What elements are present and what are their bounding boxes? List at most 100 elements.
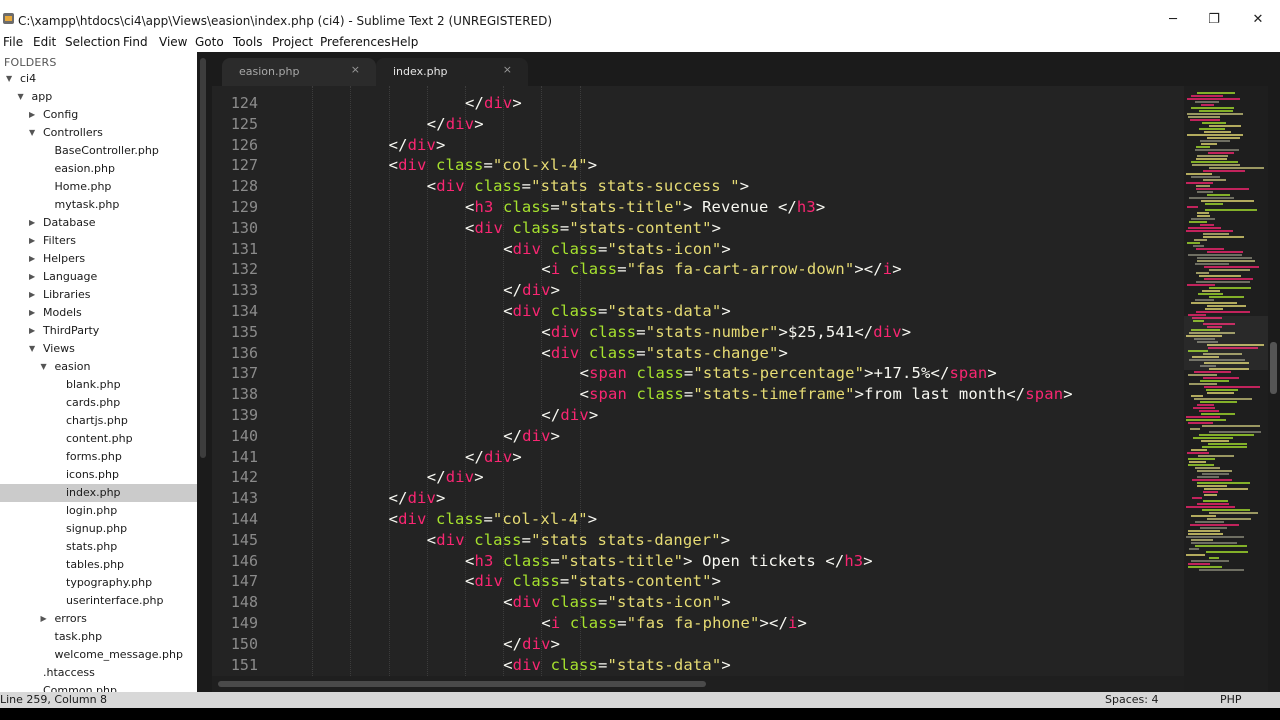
disclosure-closed-icon[interactable]: ▶ xyxy=(29,286,35,304)
sidebar-folder-item[interactable]: ▼ Controllers xyxy=(0,124,197,142)
sidebar-folder-item[interactable]: ▶ Filters xyxy=(0,232,197,250)
code-line[interactable]: <div class="stats-change"> xyxy=(541,343,788,364)
vertical-scrollbar-thumb[interactable] xyxy=(1270,342,1277,394)
code-line[interactable]: <div class="stats stats-success "> xyxy=(427,176,749,197)
restore-icon[interactable]: ❐ xyxy=(1204,12,1224,28)
code-line[interactable]: </div> xyxy=(503,426,560,447)
menu-project[interactable]: Project xyxy=(272,34,313,50)
code-line[interactable]: <i class="fas fa-phone"></i> xyxy=(541,613,807,634)
disclosure-open-icon[interactable]: ▼ xyxy=(6,70,12,88)
menu-edit[interactable]: Edit xyxy=(33,34,56,50)
code-line[interactable]: <div class="stats-icon"> xyxy=(503,592,731,613)
code-line[interactable]: </div> xyxy=(503,280,560,301)
sidebar-file-item[interactable]: chartjs.php xyxy=(0,412,197,430)
indentation-setting[interactable]: Spaces: 4 xyxy=(1105,693,1158,707)
sidebar-folder-item[interactable]: ▶ Helpers xyxy=(0,250,197,268)
minimize-icon[interactable]: ─ xyxy=(1163,12,1183,28)
sidebar-file-item[interactable]: welcome_message.php xyxy=(0,646,197,664)
code-line[interactable]: <span class="stats-percentage">+17.5%</s… xyxy=(580,363,997,384)
sidebar-file-item[interactable]: content.php xyxy=(0,430,197,448)
sidebar-file-item[interactable]: task.php xyxy=(0,628,197,646)
disclosure-closed-icon[interactable]: ▶ xyxy=(29,106,35,124)
sidebar-folder-item[interactable]: ▶ Config xyxy=(0,106,197,124)
code-line[interactable]: <div class="stats-content"> xyxy=(465,571,721,592)
sidebar-file-item[interactable]: easion.php xyxy=(0,160,197,178)
code-line[interactable]: <div class="stats stats-danger"> xyxy=(427,530,730,551)
sidebar-folder-item[interactable]: ▼ Views xyxy=(0,340,197,358)
sidebar-scrollbar-thumb[interactable] xyxy=(200,58,206,458)
menu-find[interactable]: Find xyxy=(123,34,148,50)
code-editor[interactable]: 124 </div> 125 </div> 126 </div> 127 <div class… xyxy=(212,86,1184,676)
sidebar-file-item[interactable]: cards.php xyxy=(0,394,197,412)
sidebar-file-item[interactable]: signup.php xyxy=(0,520,197,538)
code-line[interactable]: <div class="stats-number">$25,541</div> xyxy=(541,322,911,343)
sidebar-file-item[interactable]: .htaccess xyxy=(0,664,197,682)
sidebar-folder-item[interactable]: ▶ Models xyxy=(0,304,197,322)
sidebar-folder-item[interactable]: ▶ Libraries xyxy=(0,286,197,304)
sidebar-file-item[interactable]: blank.php xyxy=(0,376,197,394)
disclosure-open-icon[interactable]: ▼ xyxy=(18,88,24,106)
sidebar-file-item[interactable]: userinterface.php xyxy=(0,592,197,610)
minimap[interactable] xyxy=(1184,86,1268,692)
sidebar-file-item[interactable]: tables.php xyxy=(0,556,197,574)
tab-easion-php[interactable]: easion.php × xyxy=(222,58,376,86)
menu-selection[interactable]: Selection xyxy=(65,34,120,50)
code-line[interactable]: </div> xyxy=(465,93,522,114)
syntax-mode[interactable]: PHP xyxy=(1220,693,1242,707)
code-line[interactable]: <div class="stats-data"> xyxy=(503,655,731,676)
tab-close-icon[interactable]: × xyxy=(503,63,512,76)
code-line[interactable]: <div class="col-xl-4"> xyxy=(389,509,598,530)
sidebar-file-item[interactable]: BaseController.php xyxy=(0,142,197,160)
menu-goto[interactable]: Goto xyxy=(195,34,224,50)
disclosure-closed-icon[interactable]: ▶ xyxy=(29,232,35,250)
code-line[interactable]: <div class="col-xl-4"> xyxy=(389,155,598,176)
menu-preferences[interactable]: Preferences xyxy=(320,34,391,50)
menu-view[interactable]: View xyxy=(159,34,187,50)
sidebar-file-item[interactable]: stats.php xyxy=(0,538,197,556)
disclosure-closed-icon[interactable]: ▶ xyxy=(29,214,35,232)
disclosure-closed-icon[interactable]: ▶ xyxy=(41,610,47,628)
code-line[interactable]: <h3 class="stats-title"> Open tickets </… xyxy=(465,551,873,572)
disclosure-closed-icon[interactable]: ▶ xyxy=(29,322,35,340)
sidebar-folder-item[interactable]: ▶ Database xyxy=(0,214,197,232)
sidebar-folder-item[interactable]: ▼ app xyxy=(0,88,197,106)
tab-index-php[interactable]: index.php × xyxy=(376,58,528,86)
code-line[interactable]: </div> xyxy=(427,467,484,488)
disclosure-open-icon[interactable]: ▼ xyxy=(29,340,35,358)
disclosure-open-icon[interactable]: ▼ xyxy=(41,358,47,376)
sidebar-folder-item[interactable]: ▶ ThirdParty xyxy=(0,322,197,340)
sidebar-file-item[interactable]: forms.php xyxy=(0,448,197,466)
sidebar-file-item[interactable]: Common.php xyxy=(0,682,197,692)
disclosure-open-icon[interactable]: ▼ xyxy=(29,124,35,142)
code-line[interactable]: </div> xyxy=(465,447,522,468)
sidebar-file-item[interactable]: icons.php xyxy=(0,466,197,484)
sidebar-folder-item[interactable]: ▼ ci4 xyxy=(0,70,197,88)
disclosure-closed-icon[interactable]: ▶ xyxy=(29,250,35,268)
code-line[interactable]: <div class="stats-data"> xyxy=(503,301,731,322)
sidebar-folder-item[interactable]: ▼ easion xyxy=(0,358,197,376)
sidebar-file-item[interactable]: Home.php xyxy=(0,178,197,196)
tab-close-icon[interactable]: × xyxy=(351,63,360,76)
sidebar-file-item[interactable]: index.php xyxy=(0,484,197,502)
code-line[interactable]: <i class="fas fa-cart-arrow-down"></i> xyxy=(541,259,901,280)
code-line[interactable]: </div> xyxy=(427,114,484,135)
code-line[interactable]: </div> xyxy=(541,405,598,426)
code-line[interactable]: <div class="stats-content"> xyxy=(465,218,721,239)
sidebar-folder-item[interactable]: ▶ errors xyxy=(0,610,197,628)
code-line[interactable]: <h3 class="stats-title"> Revenue </h3> xyxy=(465,197,825,218)
code-line[interactable]: </div> xyxy=(503,634,560,655)
sidebar-file-item[interactable]: mytask.php xyxy=(0,196,197,214)
code-line[interactable]: <span class="stats-timeframe">from last … xyxy=(580,384,1073,405)
menu-help[interactable]: Help xyxy=(391,34,418,50)
sidebar-file-item[interactable]: typography.php xyxy=(0,574,197,592)
horizontal-scrollbar-thumb[interactable] xyxy=(218,681,706,687)
code-line[interactable]: <div class="stats-icon"> xyxy=(503,239,731,260)
menu-tools[interactable]: Tools xyxy=(233,34,263,50)
disclosure-closed-icon[interactable]: ▶ xyxy=(29,268,35,286)
minimap-viewport[interactable] xyxy=(1184,316,1268,370)
code-line[interactable]: </div> xyxy=(389,488,446,509)
sidebar-file-item[interactable]: login.php xyxy=(0,502,197,520)
disclosure-closed-icon[interactable]: ▶ xyxy=(29,304,35,322)
sidebar-folder-item[interactable]: ▶ Language xyxy=(0,268,197,286)
menu-file[interactable]: File xyxy=(3,34,23,50)
